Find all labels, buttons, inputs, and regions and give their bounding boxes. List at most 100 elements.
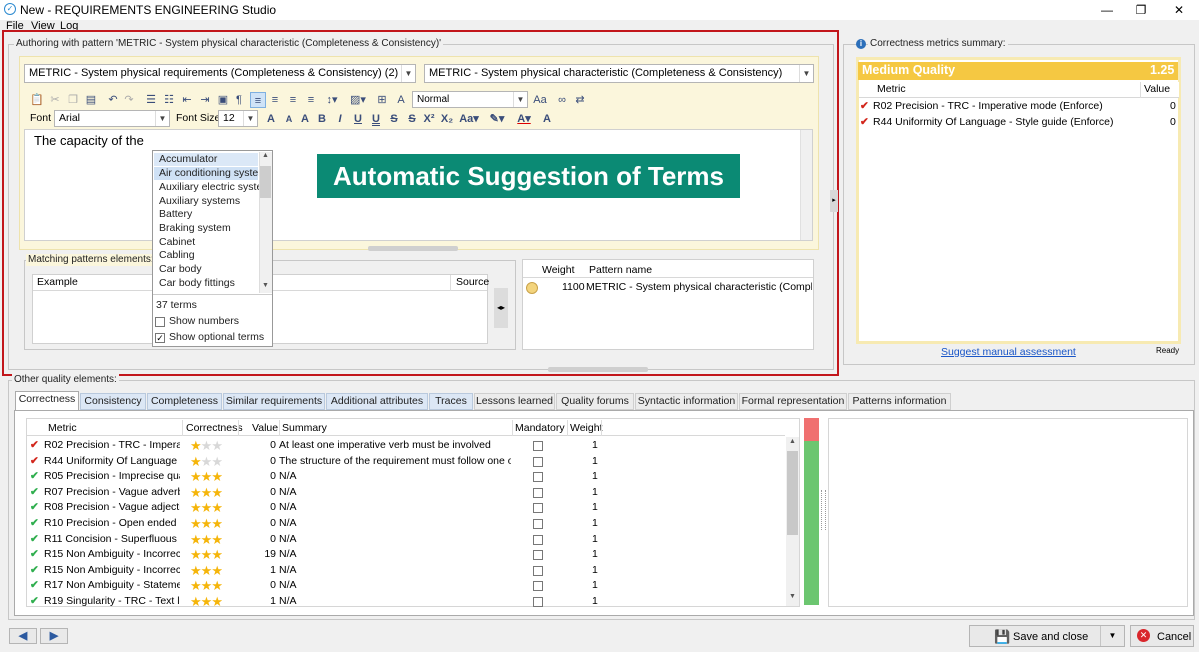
summary-col-metric[interactable]: Metric — [877, 82, 906, 97]
copy-icon[interactable]: ❐ — [66, 92, 80, 108]
styles-icon[interactable]: A — [394, 92, 408, 108]
italic-icon[interactable]: I — [334, 111, 346, 127]
summary-col-value[interactable]: Value — [1144, 82, 1170, 97]
double-underline-icon[interactable]: U — [370, 111, 382, 127]
save-and-close-button[interactable]: 💾 Save and close ▼ — [969, 625, 1125, 647]
font-color-icon[interactable]: A▾ — [512, 111, 536, 127]
maximize-button[interactable]: ❐ — [1121, 0, 1161, 20]
tab-lessons-learned[interactable]: Lessons learned — [474, 393, 555, 410]
suggestion-item[interactable]: Battery — [159, 208, 192, 221]
metric-name[interactable]: R15 Non Ambiguity - Incorrect... — [44, 547, 180, 563]
paragraph-icon[interactable]: ¶ — [233, 92, 245, 108]
collapse-panel-icon[interactable]: ▸ — [830, 190, 838, 212]
col-pattern-name[interactable]: Pattern name — [589, 263, 652, 278]
case-icon[interactable]: Aa▾ — [458, 111, 480, 127]
suggestion-item[interactable]: Accumulator — [159, 153, 217, 166]
mandatory-checkbox[interactable] — [533, 550, 543, 561]
bullet-list-icon[interactable]: ☰ — [144, 92, 158, 108]
decrease-indent-icon[interactable]: ⇤ — [180, 92, 194, 108]
show-optional-checkbox[interactable]: ✓ — [155, 333, 165, 343]
metric-name[interactable]: R19 Singularity - TRC - Text len... — [44, 594, 180, 610]
col-weight-header[interactable]: Weight — [570, 421, 603, 436]
col-summary[interactable]: Summary — [282, 421, 327, 436]
mandatory-checkbox[interactable] — [533, 441, 543, 451]
pattern-combo[interactable]: METRIC - System physical characteristic … — [424, 64, 814, 83]
mandatory-checkbox[interactable] — [533, 597, 543, 607]
line-spacing-icon[interactable]: ↕▾ — [322, 92, 342, 108]
panel-splitter[interactable]: ◂▸ — [494, 288, 508, 328]
mandatory-checkbox[interactable] — [533, 565, 543, 576]
pattern-category-combo[interactable]: METRIC - System physical requirements (C… — [24, 64, 416, 83]
col-weight[interactable]: Weight — [542, 263, 575, 278]
clear-format-icon[interactable]: A — [298, 111, 312, 127]
borders-icon[interactable]: ⊞ — [374, 92, 390, 108]
mandatory-checkbox[interactable] — [533, 456, 543, 467]
find-icon[interactable]: ∞ — [554, 92, 570, 108]
metric-name[interactable]: R11 Concision - Superfluous inf... — [44, 532, 180, 548]
indent-icon[interactable]: ▣ — [216, 92, 230, 108]
metric-name[interactable]: R10 Precision - Open ended (A... — [44, 516, 180, 532]
cancel-button[interactable]: ✕ Cancel — [1130, 625, 1194, 647]
redo-icon[interactable]: ↷ — [122, 92, 136, 108]
paste-special-icon[interactable]: ▤ — [84, 92, 98, 108]
col-metric[interactable]: Metric — [48, 421, 77, 436]
metric-name[interactable]: R15 Non Ambiguity - Incorrect... — [44, 563, 180, 579]
align-right-icon[interactable]: ≡ — [286, 92, 300, 108]
suggestion-item[interactable]: Cabinet — [159, 236, 195, 249]
change-case-icon[interactable]: Aa — [532, 92, 548, 108]
splitter-handle[interactable] — [368, 246, 458, 251]
col-value[interactable]: Value — [252, 421, 278, 436]
metric-name[interactable]: R17 Non Ambiguity - Statemen... — [44, 578, 180, 594]
tab-consistency[interactable]: Consistency — [80, 393, 146, 410]
chevron-down-icon[interactable]: ▼ — [1100, 626, 1124, 646]
shrink-font-icon[interactable]: A — [282, 111, 296, 127]
metric-name[interactable]: R05 Precision - Imprecise quan... — [44, 469, 180, 485]
mandatory-checkbox[interactable] — [533, 519, 543, 529]
scroll-down-icon[interactable]: ▼ — [786, 593, 799, 600]
increase-indent-icon[interactable]: ⇥ — [198, 92, 212, 108]
justify-icon[interactable]: ≡ — [304, 92, 318, 108]
numbered-list-icon[interactable]: ☷ — [162, 92, 176, 108]
paste-icon[interactable]: 📋 — [30, 92, 44, 108]
metrics-scroll-thumb[interactable] — [787, 451, 798, 535]
text-effects-icon[interactable]: A — [540, 111, 554, 127]
bold-icon[interactable]: B — [316, 111, 328, 127]
shading-icon[interactable]: ▨▾ — [346, 92, 370, 108]
double-strike-icon[interactable]: S — [406, 111, 418, 127]
close-window-button[interactable]: ✕ — [1159, 0, 1199, 20]
col-source[interactable]: Source — [456, 275, 489, 290]
tab-traces[interactable]: Traces — [429, 393, 473, 410]
suggestion-item[interactable]: Car body — [159, 263, 202, 276]
grow-font-icon[interactable]: A — [264, 111, 278, 127]
suggestion-item[interactable]: Braking system — [159, 222, 231, 235]
tab-syntactic-information[interactable]: Syntactic information — [635, 393, 738, 410]
suggestion-item[interactable]: Cabling — [159, 249, 195, 262]
scroll-down-icon[interactable]: ▼ — [259, 282, 272, 292]
suggest-assessment-link[interactable]: Suggest manual assessment — [941, 346, 1076, 358]
splitter-handle[interactable] — [548, 367, 648, 372]
show-numbers-checkbox[interactable] — [155, 317, 165, 327]
style-combo[interactable]: Normal ▼ — [412, 91, 528, 108]
mandatory-checkbox[interactable] — [533, 581, 543, 592]
mandatory-checkbox[interactable] — [533, 534, 543, 545]
mandatory-checkbox[interactable] — [533, 472, 543, 483]
replace-icon[interactable]: ⇄ — [572, 92, 588, 108]
metric-name[interactable]: R08 Precision - Vague adjective... — [44, 500, 180, 516]
back-arrow-icon[interactable]: ◀ — [9, 628, 37, 644]
dropdown-scroll-thumb[interactable] — [260, 166, 271, 198]
undo-icon[interactable]: ↶ — [106, 92, 120, 108]
forward-arrow-icon[interactable]: ▶ — [40, 628, 68, 644]
tab-similar-requirements[interactable]: Similar requirements — [223, 393, 325, 410]
suggestion-item[interactable]: Air conditioning system — [159, 167, 267, 180]
tab-patterns-information[interactable]: Patterns information — [848, 393, 951, 410]
strikethrough-icon[interactable]: S — [388, 111, 400, 127]
tab-formal-representation[interactable]: Formal representation — [739, 393, 847, 410]
mandatory-checkbox[interactable] — [533, 487, 543, 498]
tab-quality-forums[interactable]: Quality forums — [556, 393, 634, 410]
term-suggestion-dropdown[interactable]: Accumulator Air conditioning system Auxi… — [152, 150, 273, 347]
align-left-icon[interactable]: ≡ — [250, 92, 266, 108]
scroll-up-icon[interactable]: ▲ — [259, 152, 272, 162]
cut-icon[interactable]: ✂ — [48, 92, 62, 108]
tab-completeness[interactable]: Completeness — [147, 393, 222, 410]
suggestion-item[interactable]: Car body fittings — [159, 277, 235, 290]
